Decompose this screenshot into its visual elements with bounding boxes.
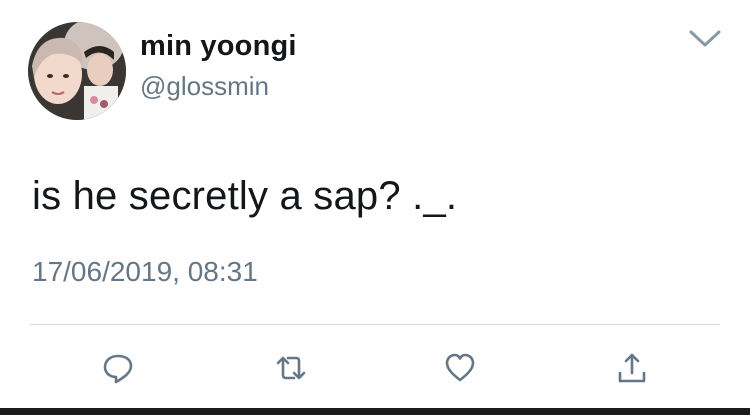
avatar[interactable]: [28, 22, 126, 120]
action-bar: [0, 348, 750, 390]
reply-button[interactable]: [98, 348, 138, 388]
display-name[interactable]: min yoongi: [140, 30, 297, 63]
retweet-icon: [276, 356, 306, 380]
divider: [30, 324, 720, 325]
share-button[interactable]: [612, 348, 652, 388]
reply-icon: [103, 354, 133, 384]
tweet-text: is he secretly a sap? ._.: [32, 174, 458, 218]
like-button[interactable]: [440, 348, 480, 388]
bottom-bar: [0, 408, 750, 415]
avatar-photo: [28, 22, 126, 120]
tweet-card: min yoongi @glossmin is he secretly a sa…: [0, 0, 750, 415]
chevron-down-icon[interactable]: [688, 28, 722, 50]
share-icon: [618, 353, 646, 383]
handle[interactable]: @glossmin: [140, 71, 269, 102]
heart-icon: [445, 353, 475, 382]
retweet-button[interactable]: [271, 348, 311, 388]
timestamp[interactable]: 17/06/2019, 08:31: [32, 256, 258, 288]
